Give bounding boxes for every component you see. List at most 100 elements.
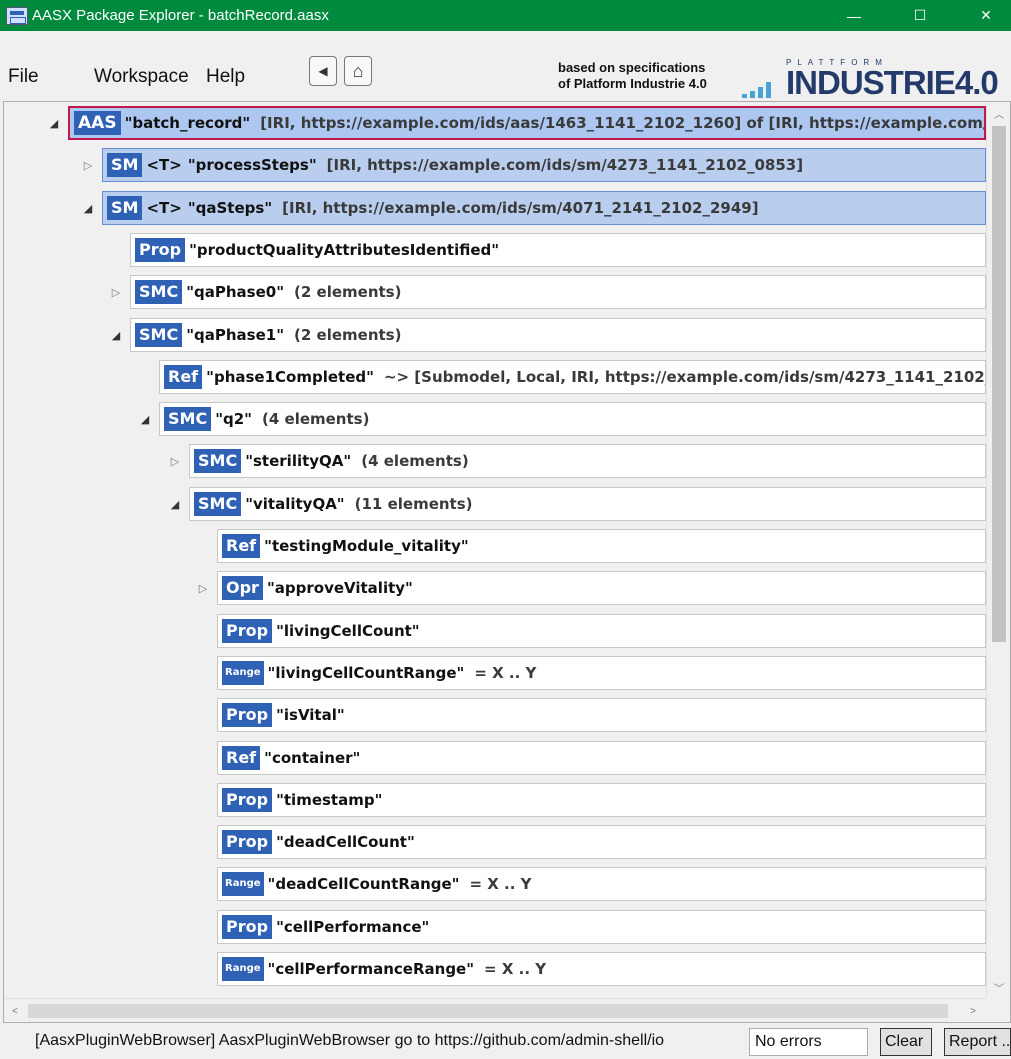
element-id-short: "isVital" bbox=[276, 706, 345, 724]
collapse-arrow-icon[interactable]: ◢ bbox=[169, 498, 181, 511]
tree-node-row[interactable]: Prop "isVital" bbox=[217, 698, 986, 732]
element-type-badge: SM bbox=[107, 153, 143, 177]
element-id-short: "livingCellCountRange" bbox=[267, 664, 465, 682]
scroll-left-icon[interactable]: < bbox=[4, 999, 26, 1022]
element-id-short: "approveVitality" bbox=[266, 579, 413, 597]
element-type-badge: SMC bbox=[194, 492, 242, 516]
element-id-short: "testingModule_vitality" bbox=[264, 537, 469, 555]
element-tree-panel: AAS "batch_record" [IRI, https://example.c… bbox=[3, 101, 1011, 1023]
element-id-short: "cellPerformanceRange" bbox=[267, 960, 475, 978]
expand-arrow-icon[interactable]: ▷ bbox=[110, 286, 122, 299]
tree-node-row[interactable]: SM <T> "qaSteps" [IRI, https://example.com/… bbox=[102, 191, 986, 225]
expand-arrow-icon[interactable]: ▷ bbox=[197, 582, 209, 595]
element-info: (4 elements) bbox=[262, 410, 370, 428]
collapse-arrow-icon[interactable]: ◢ bbox=[110, 329, 122, 342]
menu-file[interactable]: File bbox=[8, 66, 39, 88]
close-button[interactable]: ✕ bbox=[963, 0, 1009, 31]
industrie40-logo: PLATTFORM INDUSTRIE4.0 bbox=[742, 58, 1011, 102]
element-type-badge: Ref bbox=[164, 365, 203, 389]
tree-node-row[interactable]: Prop "productQualityAttributesIdentified" bbox=[130, 233, 986, 267]
element-type-badge: Prop bbox=[135, 238, 186, 262]
element-type-badge: AAS bbox=[74, 111, 121, 135]
element-type-badge: Range bbox=[222, 957, 264, 981]
horizontal-scroll-thumb[interactable] bbox=[28, 1004, 948, 1018]
element-type-badge: Ref bbox=[222, 534, 261, 558]
scroll-right-icon[interactable]: > bbox=[962, 999, 984, 1022]
element-info: (2 elements) bbox=[294, 326, 402, 344]
element-id-short: "timestamp" bbox=[276, 791, 383, 809]
back-icon: ◀ bbox=[318, 64, 328, 78]
status-message: [AasxPluginWebBrowser] AasxPluginWebBrow… bbox=[35, 1032, 665, 1049]
home-icon: ⌂ bbox=[352, 60, 364, 81]
menu-bar: File Workspace Help ◀ ⌂ based on specifi… bbox=[0, 31, 1011, 101]
tree-node-row[interactable]: Ref "phase1Completed" ~> [Submodel, Local,… bbox=[159, 360, 986, 394]
tree-node-row[interactable]: SMC "qaPhase0" (2 elements) bbox=[130, 275, 986, 309]
tree-node-row[interactable]: SM <T> "processSteps" [IRI, https://example… bbox=[102, 148, 986, 182]
tree-node-row[interactable]: Prop "timestamp" bbox=[217, 783, 986, 817]
element-info: [IRI, https://example.com/ids/aas/1463_1… bbox=[260, 114, 984, 132]
element-id-short: "cellPerformance" bbox=[276, 918, 430, 936]
tree-node-row[interactable]: Ref "testingModule_vitality" bbox=[217, 529, 986, 563]
element-info: (4 elements) bbox=[361, 452, 469, 470]
report-button[interactable]: Report ... bbox=[944, 1028, 1011, 1056]
tree-node-row[interactable]: Range "cellPerformanceRange" = X .. Y bbox=[217, 952, 986, 986]
element-id-short: "qaSteps" bbox=[187, 199, 273, 217]
menu-help[interactable]: Help bbox=[206, 66, 245, 88]
element-info: = X .. Y bbox=[484, 960, 547, 978]
spec-line-1: based on specifications bbox=[558, 60, 706, 75]
element-tree: AAS "batch_record" [IRI, https://example.c… bbox=[4, 102, 986, 998]
element-type-badge: SM bbox=[107, 196, 143, 220]
element-type-badge: Range bbox=[222, 872, 264, 896]
tree-node-row[interactable]: Ref "container" bbox=[217, 741, 986, 775]
back-button[interactable]: ◀ bbox=[309, 56, 337, 86]
tree-node-row[interactable]: AAS "batch_record" [IRI, https://example.c… bbox=[68, 106, 986, 140]
tree-node-row[interactable]: SMC "qaPhase1" (2 elements) bbox=[130, 318, 986, 352]
vertical-scroll-thumb[interactable] bbox=[992, 126, 1006, 642]
tree-node-row[interactable]: Prop "cellPerformance" bbox=[217, 910, 986, 944]
app-window: AASX Package Explorer - batchRecord.aasx… bbox=[0, 0, 1011, 1059]
element-info: (2 elements) bbox=[294, 283, 402, 301]
tree-node-row[interactable]: SMC "sterilityQA" (4 elements) bbox=[189, 444, 986, 478]
vertical-scrollbar[interactable]: ︿ ﹀ bbox=[986, 102, 1010, 998]
element-info: = X .. Y bbox=[469, 875, 532, 893]
collapse-arrow-icon[interactable]: ◢ bbox=[82, 202, 94, 215]
element-type-badge: Prop bbox=[222, 830, 273, 854]
minimize-button[interactable]: — bbox=[831, 0, 877, 31]
tree-node-row[interactable]: SMC "vitalityQA" (11 elements) bbox=[189, 487, 986, 521]
element-id-short: "q2" bbox=[215, 410, 252, 428]
spec-caption: based on specifications of Platform Indu… bbox=[558, 60, 707, 92]
expand-arrow-icon[interactable]: ▷ bbox=[169, 455, 181, 468]
tree-node-row[interactable]: Range "livingCellCountRange" = X .. Y bbox=[217, 656, 986, 690]
app-icon bbox=[6, 6, 28, 25]
template-marker: <T> bbox=[146, 156, 182, 174]
collapse-arrow-icon[interactable]: ◢ bbox=[48, 117, 60, 130]
scroll-up-icon[interactable]: ︿ bbox=[987, 102, 1010, 124]
maximize-button[interactable]: ☐ bbox=[897, 0, 943, 31]
tree-node-row[interactable]: Prop "livingCellCount" bbox=[217, 614, 986, 648]
collapse-arrow-icon[interactable]: ◢ bbox=[139, 413, 151, 426]
scroll-down-icon[interactable]: ﹀ bbox=[987, 976, 1010, 998]
element-info: [IRI, https://example.com/ids/sm/4071_21… bbox=[282, 199, 759, 217]
element-type-badge: Prop bbox=[222, 703, 273, 727]
element-type-badge: Prop bbox=[222, 619, 273, 643]
menu-workspace[interactable]: Workspace bbox=[94, 66, 189, 88]
element-type-badge: Opr bbox=[222, 576, 263, 600]
element-type-badge: Prop bbox=[222, 915, 273, 939]
element-id-short: "vitalityQA" bbox=[245, 495, 345, 513]
element-type-badge: SMC bbox=[194, 449, 242, 473]
tree-node-row[interactable]: SMC "q2" (4 elements) bbox=[159, 402, 986, 436]
element-type-badge: SMC bbox=[135, 323, 183, 347]
element-id-short: "deadCellCount" bbox=[276, 833, 415, 851]
element-id-short: "qaPhase1" bbox=[186, 326, 285, 344]
horizontal-scrollbar[interactable]: < > bbox=[4, 998, 986, 1022]
element-id-short: "sterilityQA" bbox=[245, 452, 352, 470]
tree-node-row[interactable]: Range "deadCellCountRange" = X .. Y bbox=[217, 867, 986, 901]
element-type-badge: SMC bbox=[164, 407, 212, 431]
home-button[interactable]: ⌂ bbox=[344, 56, 372, 86]
logo-bars-icon bbox=[742, 82, 771, 98]
title-bar: AASX Package Explorer - batchRecord.aasx… bbox=[0, 0, 1011, 31]
expand-arrow-icon[interactable]: ▷ bbox=[82, 159, 94, 172]
clear-button[interactable]: Clear bbox=[880, 1028, 932, 1056]
tree-node-row[interactable]: Opr "approveVitality" bbox=[217, 571, 986, 605]
tree-node-row[interactable]: Prop "deadCellCount" bbox=[217, 825, 986, 859]
